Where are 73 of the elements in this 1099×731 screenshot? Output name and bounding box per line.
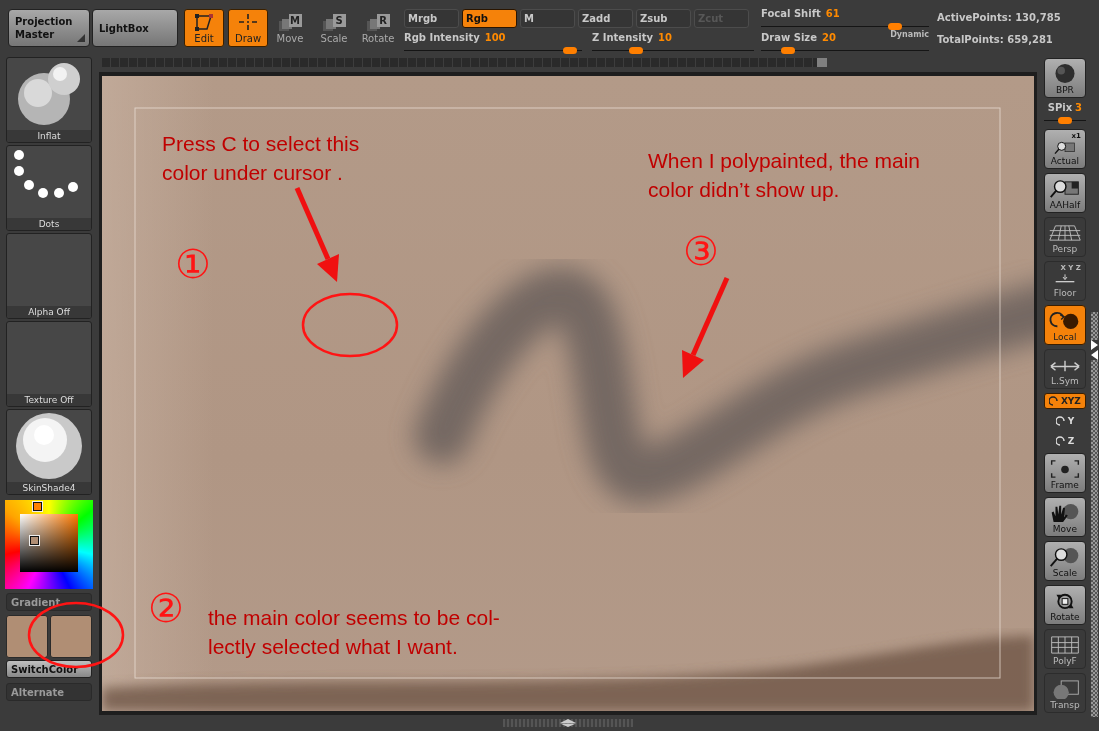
mode-button[interactable]: M: [520, 9, 575, 28]
shelf-button[interactable]: Transp: [1043, 673, 1086, 713]
timeline-thumb[interactable]: [817, 58, 828, 67]
rotation-icon: [1055, 435, 1068, 447]
slider-value: 20: [821, 32, 836, 44]
menu-button[interactable]: Projection Master: [8, 9, 90, 47]
mode-button[interactable]: Zsub: [636, 9, 691, 28]
corner-triangle-icon: [77, 34, 85, 42]
step-number: ③: [683, 228, 719, 274]
step-number: ②: [148, 585, 184, 631]
slider-value: 10: [657, 32, 672, 44]
slider-label: SPix: [1047, 102, 1073, 114]
alternate-toggle[interactable]: Alternate: [6, 683, 92, 701]
stroke-tile[interactable]: Dots: [6, 145, 92, 231]
tool-button[interactable]: Draw: [228, 9, 268, 47]
shelf-button[interactable]: BPR: [1043, 58, 1086, 98]
color-picker[interactable]: [5, 500, 93, 589]
annotation-text: Press C to select this color under cursor .: [162, 131, 360, 186]
color-swatch[interactable]: [6, 615, 48, 658]
shelf-button[interactable]: AAHalf: [1043, 173, 1086, 213]
material-tile[interactable]: SkinShade4: [6, 409, 92, 495]
splitter-handle[interactable]: [503, 719, 634, 727]
shelf-button[interactable]: PolyF: [1043, 629, 1086, 669]
shelf-button[interactable]: Rotate: [1043, 585, 1086, 625]
slider-label: Draw Size: [761, 32, 817, 44]
slider-thumb[interactable]: [628, 47, 643, 54]
stat-text: TotalPoints: 659,281: [937, 34, 1054, 45]
shelf-button[interactable]: XYZ: [1043, 393, 1086, 409]
mode-button[interactable]: Zadd: [578, 9, 633, 28]
rotation-icon: [1055, 415, 1068, 427]
texture-tile[interactable]: Texture Off: [6, 321, 92, 407]
slider-label: Focal Shift: [761, 8, 821, 20]
tool-button[interactable]: S Scale: [312, 9, 356, 47]
annotation-text: When I polypainted, the main color didn’t show up.: [648, 148, 920, 203]
slider-value: 3: [1075, 102, 1083, 114]
button[interactable]: LightBox: [92, 9, 178, 47]
slider-value: 100: [484, 32, 506, 44]
shelf-button[interactable]: L.Sym: [1043, 349, 1086, 389]
mode-button[interactable]: Rgb: [462, 9, 517, 28]
shelf-button[interactable]: Scale: [1043, 541, 1086, 581]
shelf-button[interactable]: Frame: [1043, 453, 1086, 493]
side-arrows-icon: [1091, 340, 1099, 360]
slider-thumb[interactable]: [888, 23, 903, 30]
perspective-grid-icon: [1046, 223, 1083, 243]
gradient-toggle[interactable]: Gradient: [6, 593, 92, 611]
brush-tile[interactable]: Inflat: [6, 57, 92, 143]
slider-thumb[interactable]: [780, 47, 795, 54]
crosshair-icon: [238, 13, 258, 31]
step-number: ①: [175, 241, 211, 287]
dynamic-label: Dynamic: [890, 30, 929, 39]
shelf-button[interactable]: Y: [1043, 413, 1086, 429]
rotation-icon: [1048, 395, 1061, 407]
slider-thumb[interactable]: [1057, 117, 1072, 124]
shelf-button[interactable]: Persp: [1043, 217, 1086, 257]
alpha-tile[interactable]: Alpha Off: [6, 233, 92, 319]
shelf-button[interactable]: Move: [1043, 497, 1086, 537]
shelf-button[interactable]: Local: [1043, 305, 1086, 345]
tool-button[interactable]: R Rotate: [356, 9, 400, 47]
slider-label: Rgb Intensity: [404, 32, 480, 44]
annotation-text: the main color seems to be col- lectly selected what I want.: [208, 605, 500, 660]
sphere-drawing: [14, 411, 84, 481]
mode-button[interactable]: Mrgb: [404, 9, 459, 28]
slider-thumb[interactable]: [562, 47, 577, 54]
quad-icon: [194, 13, 214, 31]
shelf-button[interactable]: Z: [1043, 433, 1086, 449]
stat-text: ActivePoints: 130,785: [937, 12, 1061, 23]
tool-button[interactable]: M Move: [268, 9, 312, 47]
switch-color-button[interactable]: SwitchColor: [6, 660, 92, 678]
tool-button[interactable]: Edit: [184, 9, 224, 47]
slider-label: Z Intensity: [592, 32, 653, 44]
color-swatch[interactable]: [50, 615, 92, 658]
side-scroll-strip[interactable]: [1091, 312, 1099, 717]
slider-value: 61: [825, 8, 840, 20]
